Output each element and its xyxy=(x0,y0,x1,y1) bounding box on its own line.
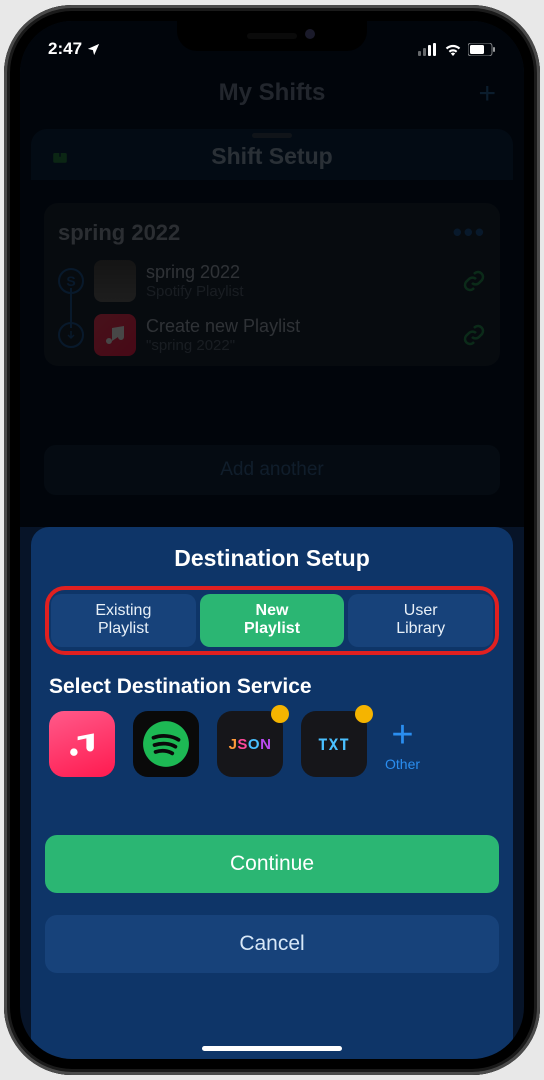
status-time: 2:47 xyxy=(48,39,82,59)
battery-icon xyxy=(468,43,496,56)
service-txt[interactable]: TXT xyxy=(301,711,367,777)
json-label: JSON xyxy=(229,735,272,753)
plus-icon: + xyxy=(391,716,413,754)
continue-button[interactable]: Continue xyxy=(45,835,499,893)
music-note-icon xyxy=(67,729,97,759)
service-apple-music[interactable] xyxy=(49,711,115,777)
phone-frame: 2:47 My Shifts + Shift Setup spring 2022… xyxy=(4,5,540,1075)
select-service-title: Select Destination Service xyxy=(49,675,499,699)
destination-sheet: Destination Setup Existing Playlist New … xyxy=(31,527,513,1059)
service-json[interactable]: JSON xyxy=(217,711,283,777)
premium-badge-icon xyxy=(355,705,373,723)
destination-type-segmented: Existing Playlist New Playlist User Libr… xyxy=(51,594,493,647)
cellular-icon xyxy=(418,43,438,56)
sheet-title: Destination Setup xyxy=(45,545,499,572)
seg-user-library[interactable]: User Library xyxy=(348,594,493,647)
txt-label: TXT xyxy=(318,735,350,754)
other-label: Other xyxy=(385,756,420,772)
dim-overlay xyxy=(20,21,524,527)
premium-badge-icon xyxy=(271,705,289,723)
service-spotify[interactable] xyxy=(133,711,199,777)
home-indicator[interactable] xyxy=(202,1046,342,1051)
service-list: JSON TXT + Other xyxy=(45,711,499,777)
screen: 2:47 My Shifts + Shift Setup spring 2022… xyxy=(20,21,524,1059)
spotify-icon xyxy=(141,719,191,769)
location-icon xyxy=(86,42,101,57)
seg-new-playlist[interactable]: New Playlist xyxy=(200,594,345,647)
seg-existing-playlist[interactable]: Existing Playlist xyxy=(51,594,196,647)
cancel-button[interactable]: Cancel xyxy=(45,915,499,973)
wifi-icon xyxy=(444,43,462,56)
notch xyxy=(177,21,367,51)
service-other[interactable]: + Other xyxy=(385,716,420,772)
highlight-annotation: Existing Playlist New Playlist User Libr… xyxy=(45,586,499,655)
